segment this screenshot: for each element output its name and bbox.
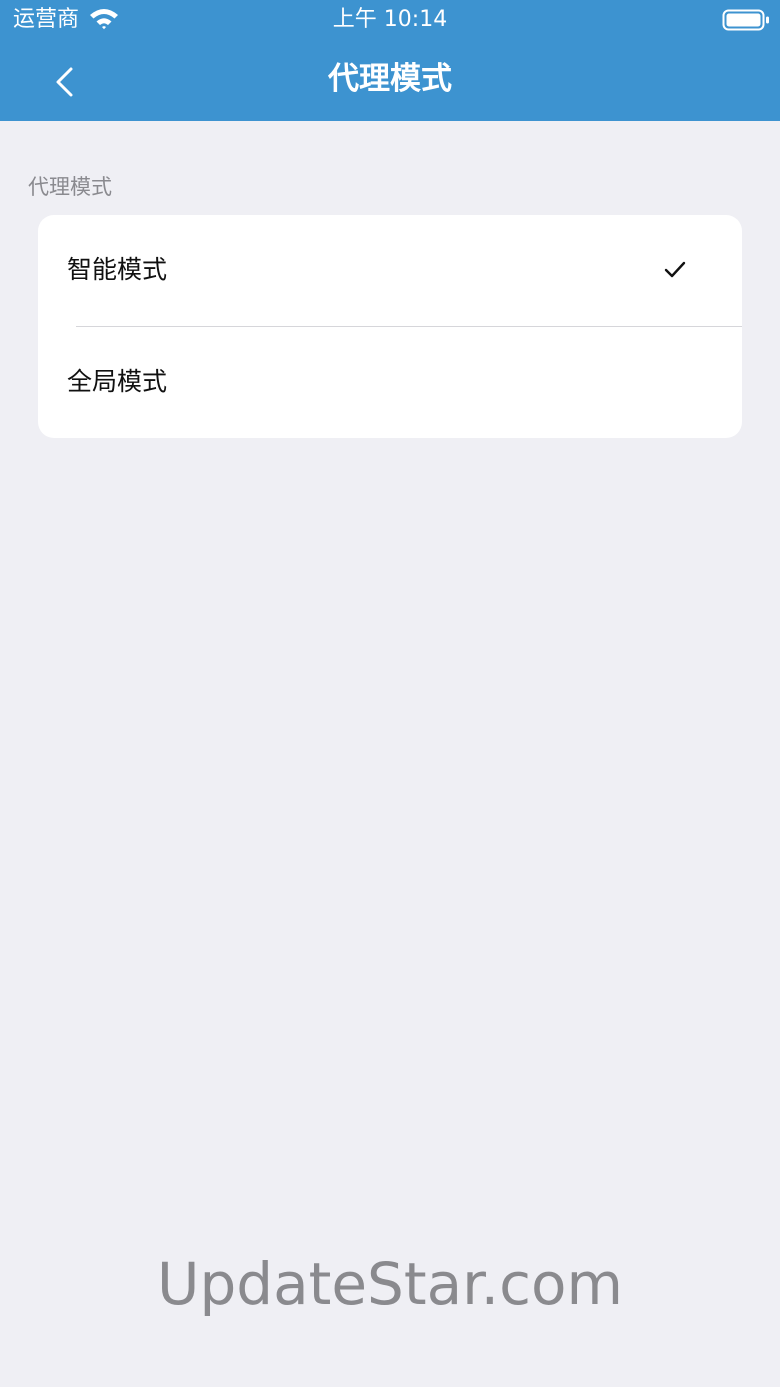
watermark: UpdateStar.com [157,1250,623,1318]
status-time: 上午 10:14 [332,7,448,32]
option-smart-mode[interactable]: 智能模式 [38,215,742,327]
proxy-mode-list: 智能模式 全局模式 [38,215,742,438]
status-bar: 运营商 上午 10:14 [0,0,780,40]
checkmark-icon [664,261,686,278]
section-header: 代理模式 [28,175,112,199]
option-label: 智能模式 [67,255,168,284]
navigation-bar: 代理模式 [0,40,780,121]
page-title: 代理模式 [328,61,452,97]
battery-icon [722,9,769,31]
option-label: 全局模式 [67,367,168,396]
option-global-mode[interactable]: 全局模式 [38,327,742,438]
header: 运营商 上午 10:14 代理模式 [0,0,780,121]
